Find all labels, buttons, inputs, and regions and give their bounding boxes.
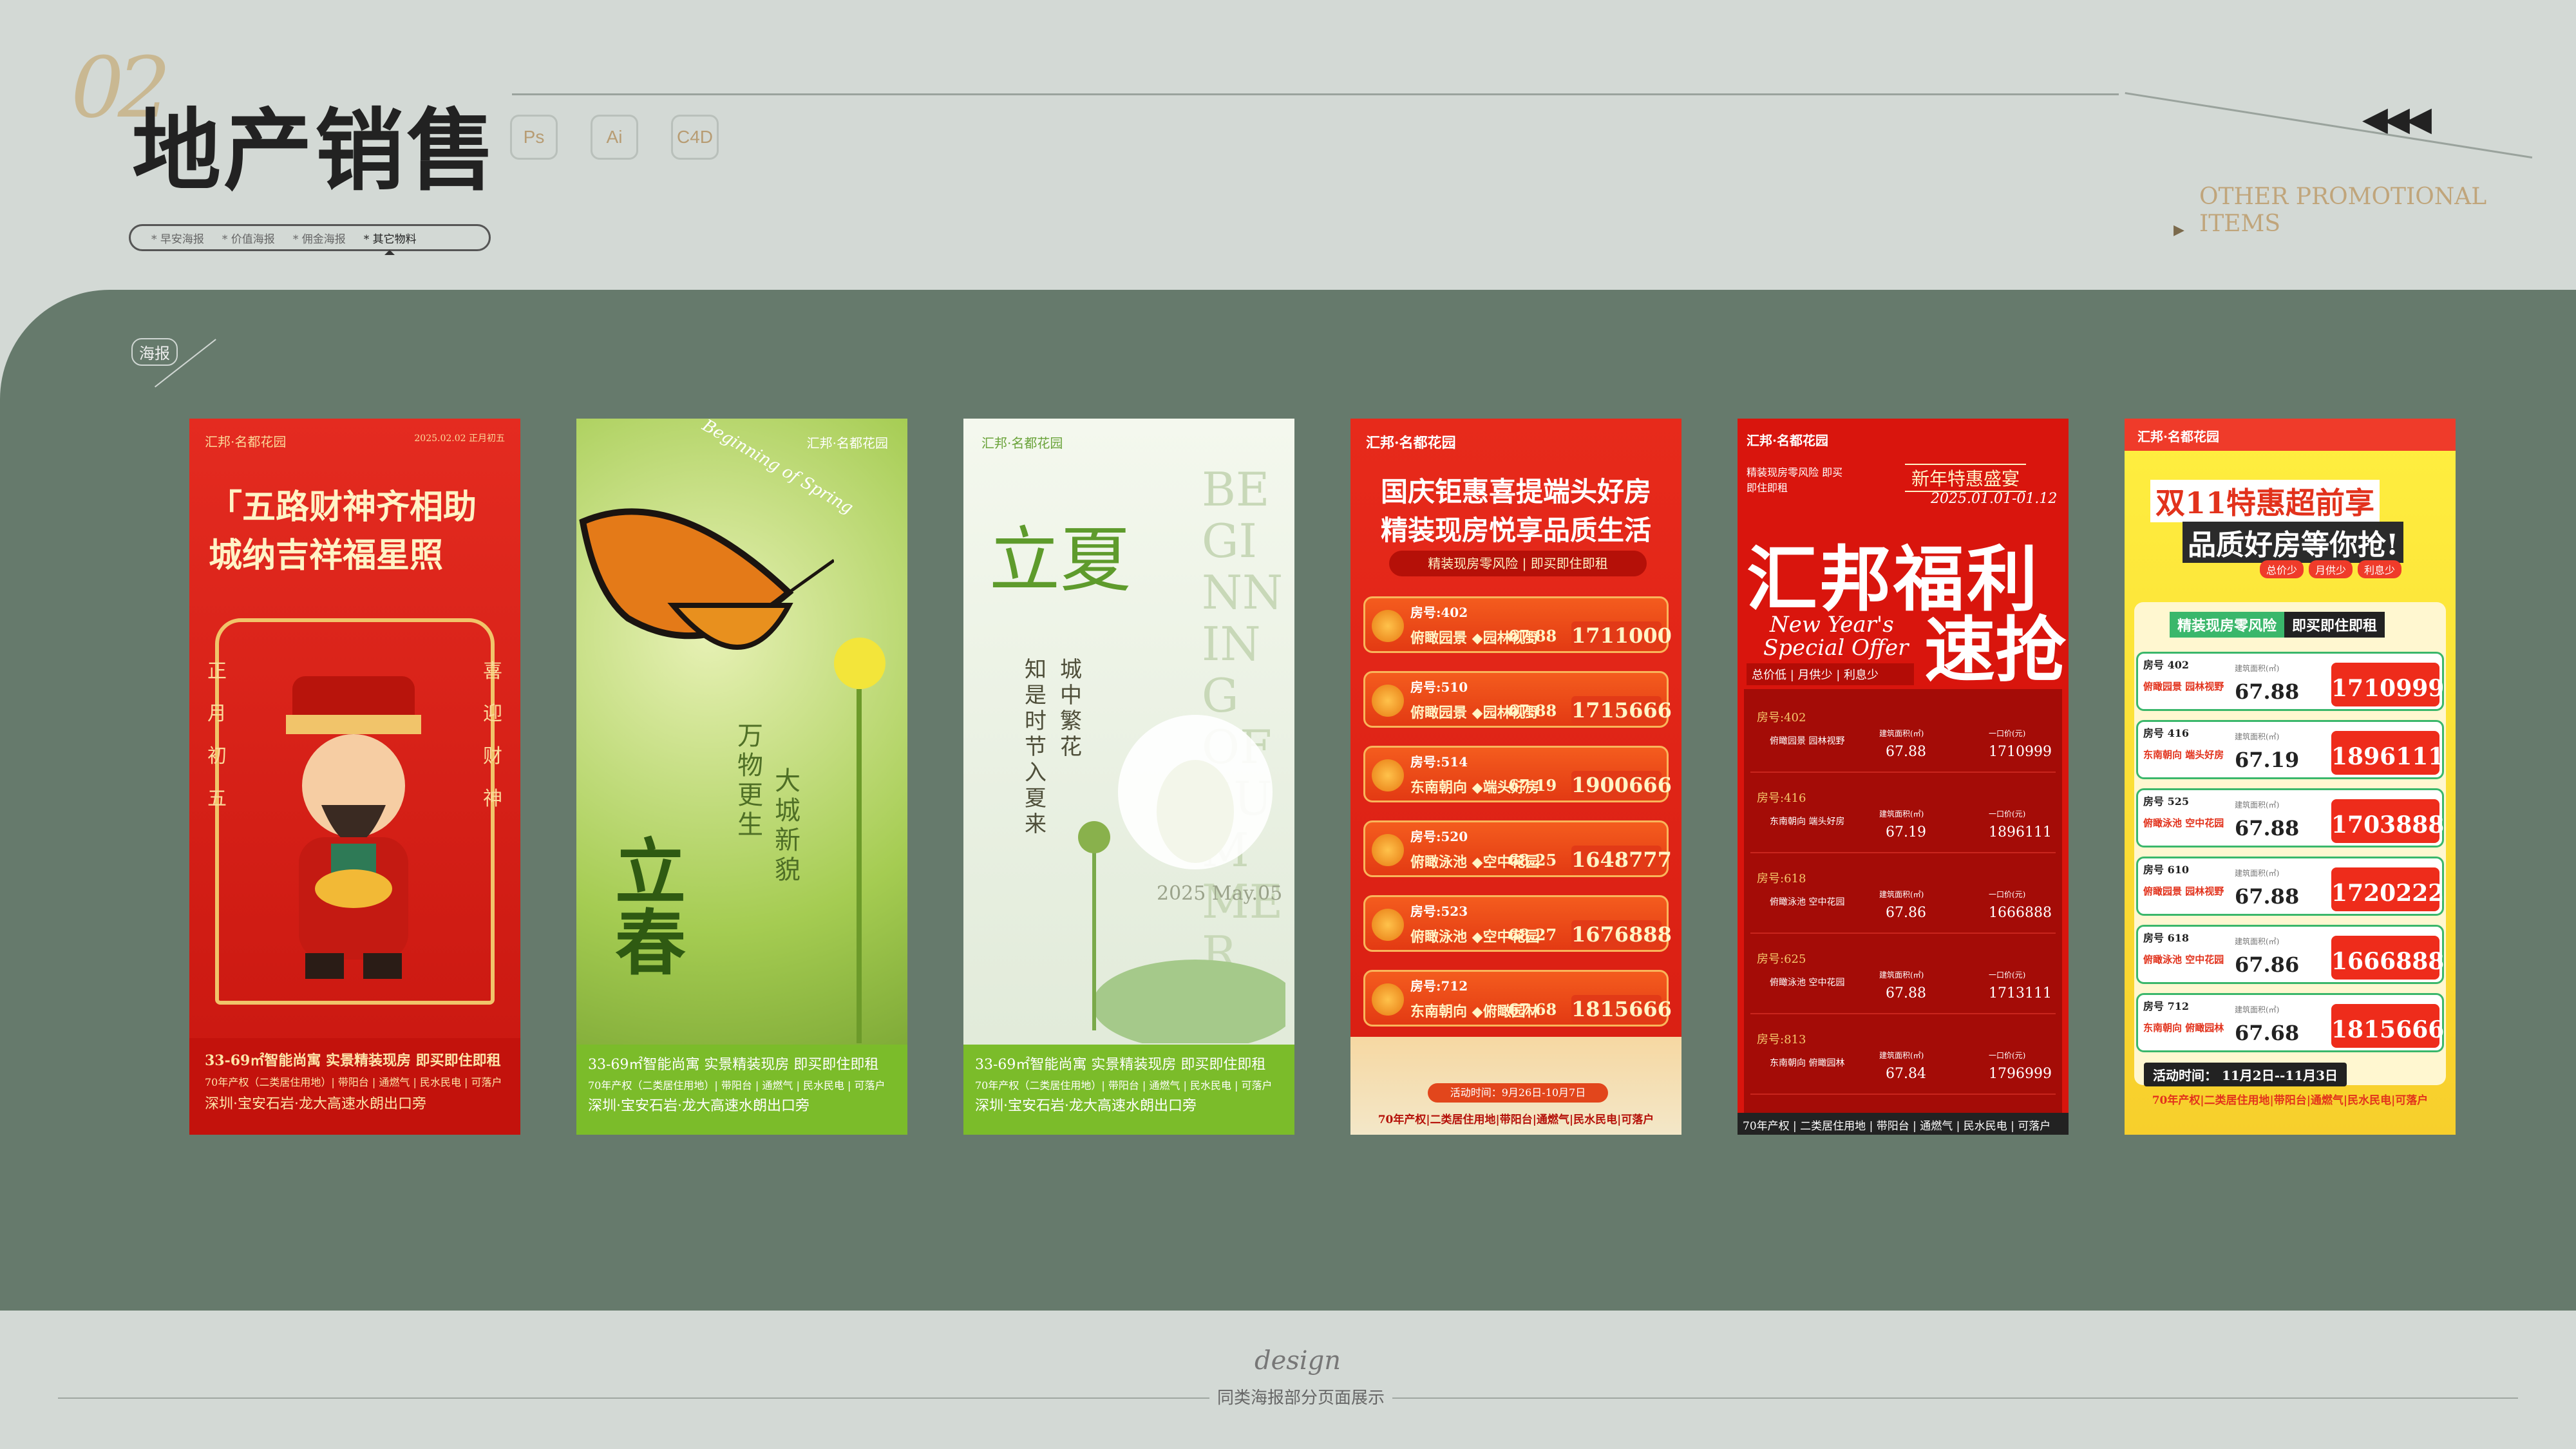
event-time: 活动时间：9月26日-10月7日 (1428, 1083, 1608, 1103)
couplet-right: 喜迎财神 (483, 660, 502, 810)
room-row: 房号 610 俯瞰园景 园林视野 建筑面积(㎡) 67.88 1720222 (2136, 857, 2444, 916)
english-1: New Year's (1770, 612, 1894, 638)
section-tag: 海报 (131, 338, 178, 366)
poster-lichun[interactable]: 汇邦·名都花园 Beginning of Spring 大城新貌 万物更生 立春… (576, 419, 907, 1135)
flower-illustration (834, 638, 886, 1043)
poster-footer: 33-69㎡智能尚寓 实景精装现房 即买即住即租 70年产权（二类居住用地）| 带… (576, 1045, 907, 1135)
brand: 汇邦·名都花园 (806, 435, 888, 451)
chip-row: 总价少 月供少 利息少 (2260, 560, 2402, 578)
tagline: 精装现房零风险 即买即住即租 (2170, 612, 2385, 638)
room-row: 房号:523 俯瞰泳池 ◆空中花园 68.27 1676888 (1363, 895, 1672, 952)
right-label: OTHER PROMOTIONAL ITEMS (2199, 184, 2487, 237)
subnav-item-other[interactable]: * 其它物料 (364, 230, 417, 255)
poster-double11[interactable]: 汇邦·名都花园 双11特惠超前享 品质好房等你抢! 总价少 月供少 利息少 精装… (2125, 419, 2456, 1135)
sub-tag: 总价低 | 月供少 | 利息少 (1747, 663, 1914, 685)
big-title: 立春 (615, 831, 686, 985)
lotus-illustration (1078, 715, 1285, 1043)
vertical-text-2: 知是时节入夏来 (1025, 657, 1046, 837)
page-title: 地产销售 (132, 98, 498, 203)
room-row: 房号:514 东南朝向 ◆端头好房 67.19 1900666 (1363, 746, 1672, 802)
room-row: 房号:402 俯瞰园景 ◆园林视野 67.88 1711000 (1363, 596, 1672, 653)
footer-caption: 同类海报部分页面展示 (1209, 1385, 1393, 1408)
couplet-left: 正月初五 (207, 660, 227, 810)
fortune-god-illustration (286, 676, 421, 979)
poster-guoqing[interactable]: 汇邦·名都花园 国庆钜惠喜提端头好房 精装现房悦享品质生活 精装现房零风险 | … (1350, 419, 1681, 1135)
tagline: 精装现房零风险 | 即买即住即租 (1389, 551, 1647, 576)
english-2: Special Offer (1763, 635, 1909, 661)
butterfly-illustration (579, 508, 834, 650)
poster-lixia[interactable]: 汇邦·名都花园 立夏 BEGINNING OF SUMMER 城中繁花 知是时节… (963, 419, 1294, 1135)
room-row: 房号 618 俯瞰泳池 空中花园 建筑面积(㎡) 67.86 1666888 (2136, 925, 2444, 984)
offer-tag: 新年特惠盛宴 (1905, 464, 2027, 492)
headline-1: 双11特惠超前享 (2150, 480, 2380, 522)
table-row: 房号:416 东南朝向 端头好房 建筑面积(㎡) 67.19 一口价(元) 1896111 (1750, 782, 2056, 853)
room-row: 房号 416 东南朝向 端头好房 建筑面积(㎡) 67.19 1896111 (2136, 720, 2444, 779)
poster-footer: 33-69㎡智能尚寓 实景精装现房 即买即住即租 70年产权（二类居住用地）| 带… (189, 1038, 520, 1135)
room-row: 房号 402 俯瞰园景 园林视野 建筑面积(㎡) 67.88 1710999 (2136, 652, 2444, 711)
date: 2025.01.01-01.12 (1931, 491, 2058, 507)
poster-footer: 33-69㎡智能尚寓 实景精装现房 即买即住即租 70年产权（二类居住用地）| 带… (963, 1045, 1294, 1135)
triangle-icon: ▶ (2174, 222, 2184, 238)
table-row: 房号:618 俯瞰泳池 空中花园 建筑面积(㎡) 67.86 一口价(元) 1666888 (1750, 863, 2056, 934)
tool-badge-c4d: C4D (671, 115, 719, 160)
tool-badge-ps: Ps (510, 115, 558, 160)
poster-footer: 70年产权 | 二类居住用地 | 带阳台 | 通燃气 | 民水民电 | 可落户 (1738, 1113, 2069, 1135)
room-row: 房号:510 俯瞰园景 ◆园林视野 67.88 1715666 (1363, 671, 1672, 728)
subnav: * 早安海报 * 价值海报 * 佣金海报 * 其它物料 (129, 224, 491, 255)
headline-2: 速抢 (1924, 609, 2066, 692)
poster-caishen[interactable]: 汇邦·名都花园 2025.02.02 正月初五 「五路财神齐相助 城纳吉祥福星照 … (189, 419, 520, 1135)
table-row: 房号:625 俯瞰泳池 空中花园 建筑面积(㎡) 67.88 一口价(元) 1713111 (1750, 943, 2056, 1014)
tool-badge-ai: Ai (591, 115, 638, 160)
brand: 汇邦·名都花园 (2125, 419, 2456, 451)
brand: 汇邦·名都花园 (1366, 435, 1456, 451)
note: 精装现房零风险 即买即住即租 (1747, 466, 1843, 494)
design-script: design (1255, 1346, 1341, 1376)
headline-2: 品质好房等你抢! (2183, 522, 2404, 563)
vertical-text-2: 万物更生 (737, 721, 763, 840)
room-row: 房号:520 俯瞰泳池 ◆空中花园 68.25 1648777 (1363, 820, 1672, 877)
header-divider (512, 93, 2119, 95)
decor-line (2125, 92, 2533, 159)
poster-footer: 70年产权|二类居住用地|带阳台|通燃气|民水民电|可落户 (2152, 1094, 2429, 1107)
poster-footer: 70年产权|二类居住用地|带阳台|通燃气|民水民电|可落户 (1378, 1113, 1654, 1126)
vertical-text-1: 大城新貌 (775, 766, 800, 885)
room-row: 房号 712 东南朝向 俯瞰园林 建筑面积(㎡) 67.68 1815666 (2136, 993, 2444, 1052)
table-row: 房号:813 东南朝向 俯瞰园林 建筑面积(㎡) 67.84 一口价(元) 1796999 (1750, 1024, 2056, 1095)
event-time: 活动时间： 11月2日--11月3日 (2144, 1063, 2347, 1086)
brand: 汇邦·名都花园 (1747, 433, 1828, 448)
subnav-item-commission[interactable]: * 佣金海报 (293, 230, 346, 246)
room-table: 房号:402 俯瞰园景 园林视野 建筑面积(㎡) 67.88 一口价(元) 1710999… (1744, 689, 2062, 1127)
room-row: 房号:712 东南朝向 ◆俯瞰园林 67.68 1815666 (1363, 970, 1672, 1027)
subnav-item-value[interactable]: * 价值海报 (222, 230, 275, 246)
brand: 汇邦·名都花园 (981, 435, 1063, 451)
headline-2: 精装现房悦享品质生活 (1380, 515, 1651, 546)
big-title: 立夏 (989, 519, 1131, 601)
brand: 汇邦·名都花园 (205, 434, 287, 450)
headline-1: 国庆钜惠喜提端头好房 (1380, 476, 1651, 507)
headline-2: 城纳吉祥福星照 (209, 536, 444, 575)
poster-newyear[interactable]: 汇邦·名都花园 精装现房零风险 即买即住即租 新年特惠盛宴 2025.01.01… (1738, 419, 2069, 1135)
date: 2025.02.02 正月初五 (414, 433, 505, 444)
room-row: 房号 525 俯瞰泳池 空中花园 建筑面积(㎡) 67.88 1703888 (2136, 788, 2444, 848)
table-row: 房号:402 俯瞰园景 园林视野 建筑面积(㎡) 67.88 一口价(元) 1710999 (1750, 702, 2056, 773)
subnav-item-morning[interactable]: * 早安海报 (151, 230, 204, 246)
headline-1: 「五路财神齐相助 (209, 488, 477, 527)
